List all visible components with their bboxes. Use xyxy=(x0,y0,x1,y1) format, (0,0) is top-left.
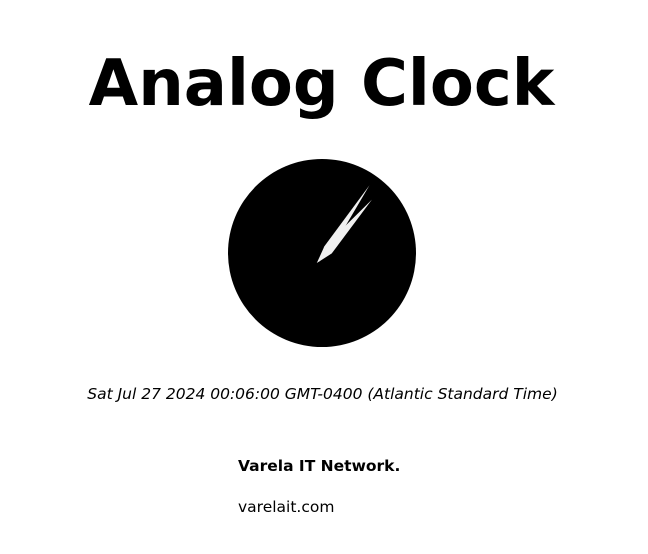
website-link[interactable]: varelait.com xyxy=(238,497,334,517)
page-title: Analog Clock xyxy=(88,47,555,121)
analog-clock xyxy=(228,159,416,347)
company-name: Varela IT Network. xyxy=(238,457,401,475)
clock-svg xyxy=(228,159,416,347)
date-time-text: Sat Jul 27 2024 00:06:00 GMT-0400 (Atlan… xyxy=(87,385,558,403)
